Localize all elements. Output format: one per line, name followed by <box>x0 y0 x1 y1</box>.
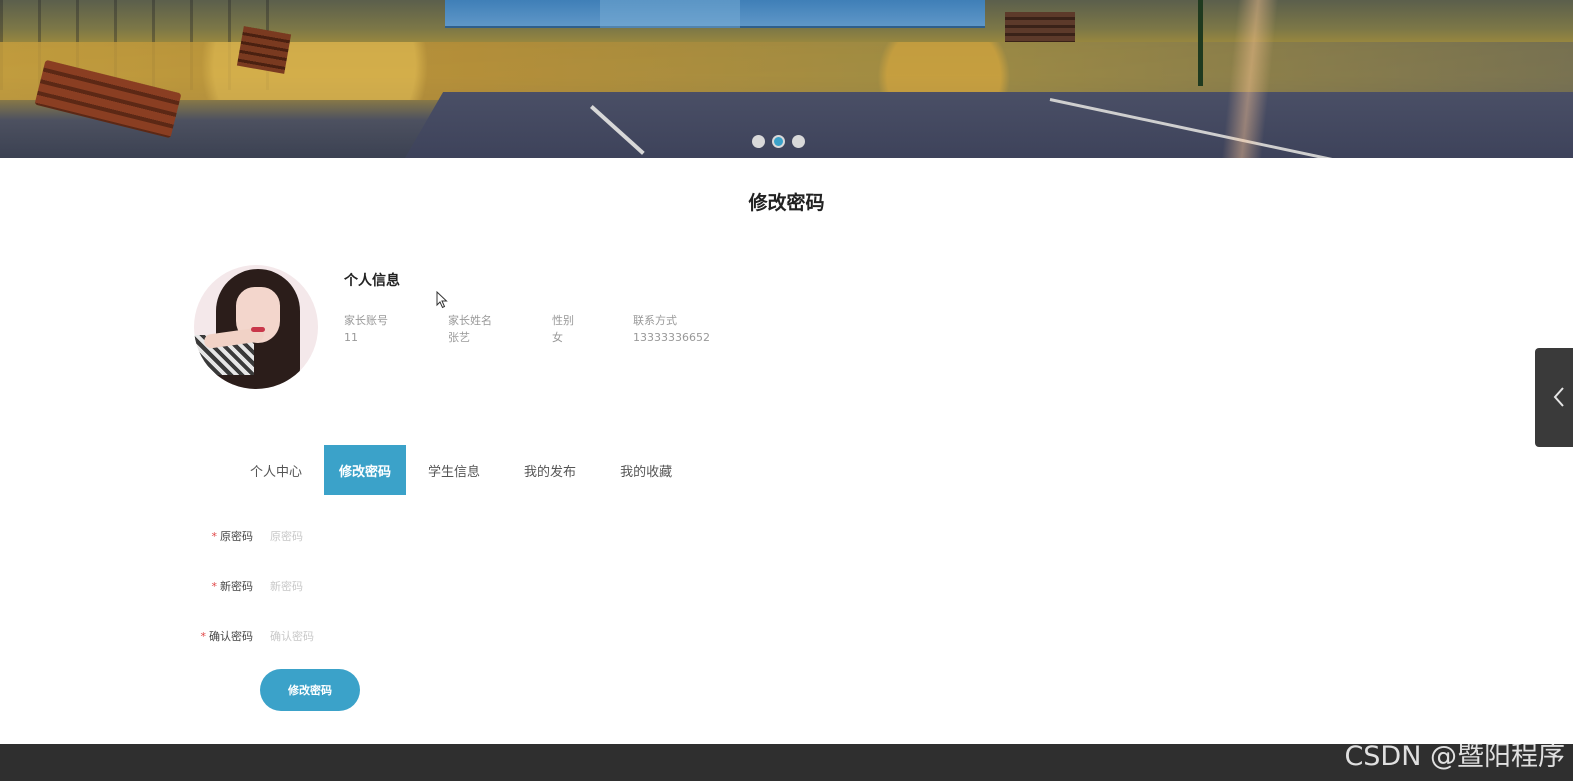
profile-tabs: 个人中心 修改密码 学生信息 我的发布 我的收藏 <box>228 445 694 495</box>
info-field-name: 家长姓名 张艺 <box>448 312 492 346</box>
tab-student-info[interactable]: 学生信息 <box>406 445 502 495</box>
tab-my-posts[interactable]: 我的发布 <box>502 445 598 495</box>
field-label: * 确认密码 <box>0 628 254 644</box>
required-mark: * <box>200 630 207 643</box>
info-value: 张艺 <box>448 331 470 344</box>
info-value: 13333336652 <box>633 331 710 344</box>
info-label: 性别 <box>552 314 574 327</box>
chevron-left-icon <box>1553 387 1564 407</box>
avatar <box>194 265 318 389</box>
confirm-password-label: 确认密码 <box>209 630 253 643</box>
confirm-password-input[interactable] <box>270 629 510 643</box>
banner-bench <box>1005 12 1075 42</box>
avatar-lips <box>251 327 265 332</box>
new-password-input[interactable] <box>270 579 510 593</box>
info-value: 11 <box>344 331 358 344</box>
form-row-new-password: * 新密码 <box>0 576 510 596</box>
field-label: * 新密码 <box>0 578 254 594</box>
tab-personal-center[interactable]: 个人中心 <box>228 445 324 495</box>
carousel-dot-3[interactable] <box>792 135 805 148</box>
carousel-dot-1[interactable] <box>752 135 765 148</box>
form-row-old-password: * 原密码 <box>0 526 510 546</box>
tab-my-favorites[interactable]: 我的收藏 <box>598 445 694 495</box>
field-label: * 原密码 <box>0 528 254 544</box>
info-label: 家长账号 <box>344 314 388 327</box>
info-label: 家长姓名 <box>448 314 492 327</box>
banner-tarp-highlight <box>600 0 740 28</box>
carousel-dot-2[interactable] <box>772 135 785 148</box>
old-password-input[interactable] <box>270 529 510 543</box>
watermark: CSDN @暨阳程序 <box>1344 741 1565 772</box>
form-row-confirm-password: * 确认密码 <box>0 626 510 646</box>
change-password-button[interactable]: 修改密码 <box>260 669 360 711</box>
profile-heading: 个人信息 <box>344 273 400 289</box>
carousel-indicators <box>752 135 805 148</box>
info-field-phone: 联系方式 13333336652 <box>633 312 710 346</box>
banner-post <box>1198 0 1203 86</box>
new-password-label: 新密码 <box>220 580 253 593</box>
info-value: 女 <box>552 331 563 344</box>
required-mark: * <box>211 580 218 593</box>
required-mark: * <box>211 530 218 543</box>
tab-change-password[interactable]: 修改密码 <box>324 445 407 495</box>
banner-court <box>396 92 1573 158</box>
hero-banner <box>0 0 1573 158</box>
info-field-account: 家长账号 11 <box>344 312 388 346</box>
banner-bench <box>236 26 292 74</box>
side-panel-toggle[interactable] <box>1535 348 1573 447</box>
page-title: 修改密码 <box>748 192 825 214</box>
old-password-label: 原密码 <box>220 530 253 543</box>
info-field-gender: 性别 女 <box>552 312 574 346</box>
info-label: 联系方式 <box>633 314 677 327</box>
footer-bar <box>0 744 1573 781</box>
